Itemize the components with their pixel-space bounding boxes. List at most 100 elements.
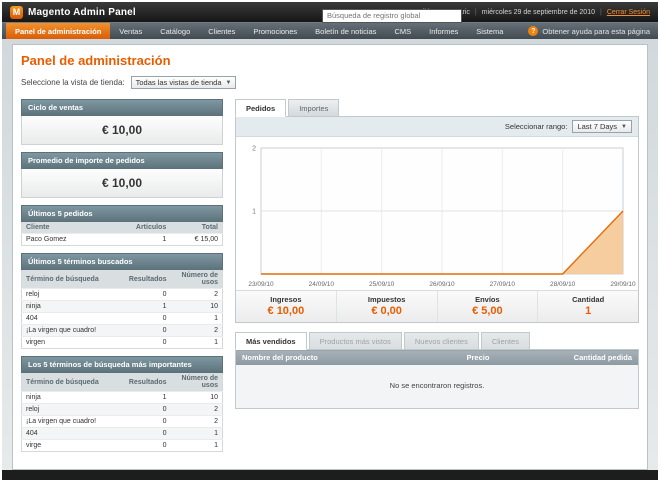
orders-chart: 1 2 23/09/10 24/09/10 25/09/10 26/09/10 27/09/… bbox=[248, 146, 636, 289]
total-label: Impuestos bbox=[367, 295, 406, 304]
column-header-numero-de-usos: Número de usos bbox=[170, 373, 223, 392]
table-row: Paco Gomez 1 € 15,00 bbox=[21, 233, 223, 246]
store-switcher-label: Seleccione la vista de tienda: bbox=[21, 78, 125, 87]
magento-logo-icon: M bbox=[10, 5, 23, 19]
table-cell: ninja bbox=[21, 300, 125, 313]
total-value: € 10,00 bbox=[267, 305, 305, 317]
nav-item-informes[interactable]: Informes bbox=[420, 23, 467, 39]
current-date: miércoles 29 de septiembre de 2010 bbox=[481, 8, 595, 16]
table-cell: 1 bbox=[170, 312, 223, 325]
table-cell: 10 bbox=[170, 300, 223, 313]
help-icon: ? bbox=[528, 26, 539, 36]
svg-text:24/09/10: 24/09/10 bbox=[309, 281, 335, 288]
nav-item-cms[interactable]: CMS bbox=[385, 23, 420, 39]
page-help-link[interactable]: ? Obtener ayuda para esta página bbox=[528, 23, 654, 39]
footer-bar bbox=[2, 470, 658, 480]
column-header-numero-de-usos: Número de usos bbox=[170, 270, 223, 289]
table-header-row: Cliente Artículos Total bbox=[21, 222, 223, 234]
nav-item-catalogo[interactable]: Catálogo bbox=[151, 23, 199, 39]
column-header-articulos: Artículos bbox=[126, 222, 171, 234]
store-view-select[interactable]: Todas las vistas de tienda ▼ bbox=[130, 76, 237, 89]
brand-title: Magento Admin Panel bbox=[28, 6, 136, 18]
last-orders-table: Cliente Artículos Total Paco Gomez 1 € 15,00 bbox=[21, 222, 223, 246]
column-header-resultados: Resultados bbox=[124, 373, 171, 392]
table-cell: 404 bbox=[21, 427, 125, 440]
nav-item-sistema[interactable]: Sistema bbox=[467, 23, 512, 39]
last-search-terms-table: Término de búsqueda Resultados Número de u… bbox=[21, 270, 223, 349]
table-row: reloj 0 2 bbox=[21, 288, 223, 301]
svg-text:1: 1 bbox=[252, 209, 256, 216]
tab-pedidos[interactable]: Pedidos bbox=[235, 99, 287, 117]
global-search-input[interactable] bbox=[322, 8, 462, 23]
table-cell: 10 bbox=[170, 391, 223, 404]
column-header-precio: Precio bbox=[460, 349, 551, 365]
table-cell: 1 bbox=[126, 233, 171, 246]
panel-title: Los 5 términos de búsqueda más important… bbox=[21, 356, 223, 373]
top-header: M Magento Admin Panel Accedió como apari… bbox=[2, 2, 658, 23]
table-row: virgen 0 1 bbox=[21, 336, 223, 349]
table-row: 404 0 1 bbox=[21, 427, 223, 440]
global-search bbox=[322, 5, 462, 23]
table-cell: 404 bbox=[21, 312, 125, 325]
table-cell: Paco Gomez bbox=[21, 233, 127, 246]
tab-productos-mas-vistos: Productos más vistos bbox=[308, 332, 402, 350]
total-value: 1 bbox=[585, 305, 592, 317]
tab-importes[interactable]: Importes bbox=[288, 99, 340, 117]
table-cell: 1 bbox=[124, 300, 171, 313]
table-cell: 0 bbox=[124, 336, 171, 349]
tab-nuevos-clientes: Nuevos clientes bbox=[403, 332, 479, 350]
table-row: ninja 1 10 bbox=[21, 300, 223, 313]
total-impuestos: Impuestos € 0,00 bbox=[335, 291, 437, 322]
total-value: € 0,00 bbox=[371, 305, 402, 317]
dashboard-sidebar: Ciclo de ventas € 10,00 Promedio de impo… bbox=[21, 99, 223, 459]
nav-item-panel-de-administracion[interactable]: Panel de administración bbox=[6, 23, 111, 39]
table-cell: 2 bbox=[170, 415, 223, 428]
totals-row: Ingresos € 10,00 Impuestos € 0,00 Envíos € 5,… bbox=[236, 290, 638, 322]
range-select[interactable]: Last 7 Days ▼ bbox=[572, 120, 632, 133]
brand: M Magento Admin Panel bbox=[10, 5, 136, 19]
main-nav-list: Panel de administración Ventas Catálogo Cli… bbox=[6, 23, 512, 39]
total-label: Cantidad bbox=[572, 295, 605, 304]
logout-link[interactable]: Cerrar Sesión bbox=[607, 9, 650, 16]
table-header-row: Término de búsqueda Resultados Número de u… bbox=[21, 373, 223, 392]
range-bar: Seleccionar rango: Last 7 Days ▼ bbox=[236, 117, 638, 137]
table-cell: 2 bbox=[170, 288, 223, 301]
panel-title: Ciclo de ventas bbox=[21, 99, 223, 116]
lifetime-sales-panel: Ciclo de ventas € 10,00 bbox=[21, 99, 223, 145]
empty-row: No se encontraron registros. bbox=[235, 365, 639, 409]
last-orders-panel: Últimos 5 pedidos Cliente Artículos Total P… bbox=[21, 205, 223, 246]
total-value: € 5,00 bbox=[472, 305, 503, 317]
separator: | bbox=[474, 8, 477, 16]
table-cell: virgen bbox=[21, 336, 125, 349]
svg-text:23/09/10: 23/09/10 bbox=[248, 281, 274, 288]
nav-item-clientes[interactable]: Clientes bbox=[199, 23, 244, 39]
nav-item-boletin-de-noticias[interactable]: Boletín de noticias bbox=[306, 23, 385, 39]
total-label: Ingresos bbox=[270, 295, 302, 304]
table-cell: ¡La virgen que cuadro! bbox=[21, 415, 125, 428]
panel-title: Últimos 5 pedidos bbox=[21, 205, 223, 222]
total-ingresos: Ingresos € 10,00 bbox=[236, 291, 336, 322]
column-header-termino-de-busqueda: Término de búsqueda bbox=[21, 373, 125, 392]
table-cell: 1 bbox=[170, 336, 223, 349]
table-cell: 2 bbox=[170, 324, 223, 337]
table-row: ¡La virgen que cuadro! 0 2 bbox=[21, 415, 223, 428]
lifetime-sales-value: € 10,00 bbox=[21, 116, 223, 145]
content: Panel de administración Seleccione la vi… bbox=[12, 44, 648, 470]
table-cell: ¡La virgen que cuadro! bbox=[21, 324, 125, 337]
nav-item-ventas[interactable]: Ventas bbox=[110, 23, 151, 39]
column-header-cliente: Cliente bbox=[21, 222, 127, 234]
table-row: ¡La virgen que cuadro! 0 2 bbox=[21, 324, 223, 337]
table-cell: 0 bbox=[124, 288, 171, 301]
table-row: ninja 1 10 bbox=[21, 391, 223, 404]
table-cell: 1 bbox=[170, 427, 223, 440]
svg-text:27/09/10: 27/09/10 bbox=[490, 281, 516, 288]
table-cell: 0 bbox=[124, 324, 171, 337]
nav-item-promociones[interactable]: Promociones bbox=[244, 23, 306, 39]
table-cell: 1 bbox=[124, 391, 171, 404]
help-label: Obtener ayuda para esta página bbox=[542, 26, 650, 36]
svg-text:28/09/10: 28/09/10 bbox=[550, 281, 576, 288]
column-header-resultados: Resultados bbox=[124, 270, 171, 289]
tab-clientes: Clientes bbox=[480, 332, 530, 350]
table-cell: 1 bbox=[170, 439, 223, 452]
tab-mas-vendidos[interactable]: Más vendidos bbox=[235, 332, 307, 350]
